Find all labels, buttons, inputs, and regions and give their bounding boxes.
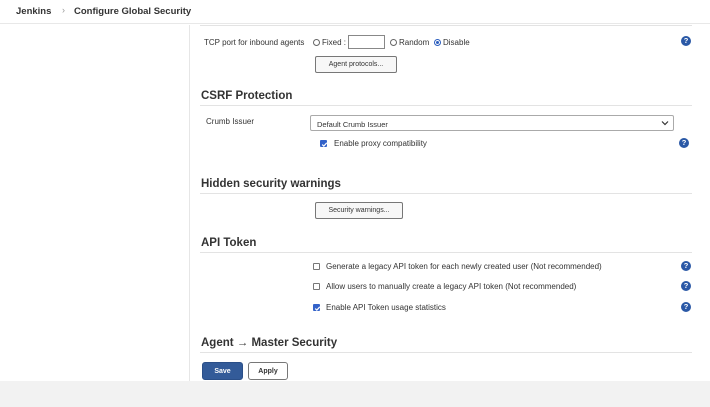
radio-random[interactable] (390, 39, 397, 46)
fixed-port-input[interactable] (348, 35, 385, 49)
chevron-down-icon (661, 121, 669, 126)
section-title-csrf: CSRF Protection (201, 90, 293, 102)
breadcrumb-separator-icon: › (62, 5, 65, 15)
legacy-token-manual-checkbox[interactable] (313, 283, 320, 290)
help-icon-proxy[interactable]: ? (679, 138, 689, 148)
section-rule-csrf (200, 105, 692, 106)
legacy-token-manual-label: Allow users to manually create a legacy … (326, 282, 577, 291)
proxy-compatibility-checkbox[interactable] (320, 140, 328, 147)
footer-bar (0, 381, 710, 407)
breadcrumb-jenkins[interactable]: Jenkins (16, 6, 51, 17)
apply-button[interactable]: Apply (248, 362, 288, 380)
crumb-issuer-value: Default Crumb Issuer (317, 120, 388, 129)
section-title-api-token: API Token (201, 237, 257, 249)
token-usage-stats-label: Enable API Token usage statistics (326, 303, 446, 312)
crumb-issuer-select[interactable]: Default Crumb Issuer (310, 115, 674, 131)
tcp-port-label: TCP port for inbound agents (204, 38, 305, 47)
section-rule-agent-master (200, 352, 692, 353)
checkmark-icon (314, 306, 321, 311)
sidebar (0, 25, 190, 381)
help-icon-tcp-port[interactable]: ? (681, 36, 691, 46)
proxy-compatibility-label: Enable proxy compatibility (334, 139, 427, 148)
partial-section-rule (200, 25, 692, 26)
legacy-token-new-user-checkbox[interactable] (313, 263, 320, 270)
checkmark-icon (321, 142, 328, 147)
radio-disable-label: Disable (443, 38, 470, 47)
radio-fixed-label: Fixed : (322, 38, 347, 47)
agent-protocols-button[interactable]: Agent protocols... (315, 56, 397, 73)
radio-disable[interactable] (434, 39, 441, 46)
save-button[interactable]: Save (202, 362, 243, 380)
help-icon-token-usage-stats[interactable]: ? (681, 302, 691, 312)
breadcrumb-configure-global-security[interactable]: Configure Global Security (74, 6, 191, 17)
section-title-agent-master: Agent → Master Security (201, 337, 338, 349)
section-rule-api-token (200, 252, 692, 253)
section-title-hidden-warnings: Hidden security warnings (201, 178, 341, 190)
legacy-token-new-user-label: Generate a legacy API token for each new… (326, 262, 602, 271)
token-usage-stats-checkbox[interactable] (313, 304, 321, 311)
section-rule-hidden-warnings (200, 193, 692, 194)
crumb-issuer-label: Crumb Issuer (206, 117, 255, 126)
radio-fixed[interactable] (313, 39, 320, 46)
radio-random-label: Random (399, 38, 430, 47)
help-icon-legacy-token-new-user[interactable]: ? (681, 261, 691, 271)
help-icon-legacy-token-manual[interactable]: ? (681, 281, 691, 291)
breadcrumb-bar: Jenkins › Configure Global Security (0, 0, 710, 24)
security-warnings-button[interactable]: Security warnings... (315, 202, 403, 219)
